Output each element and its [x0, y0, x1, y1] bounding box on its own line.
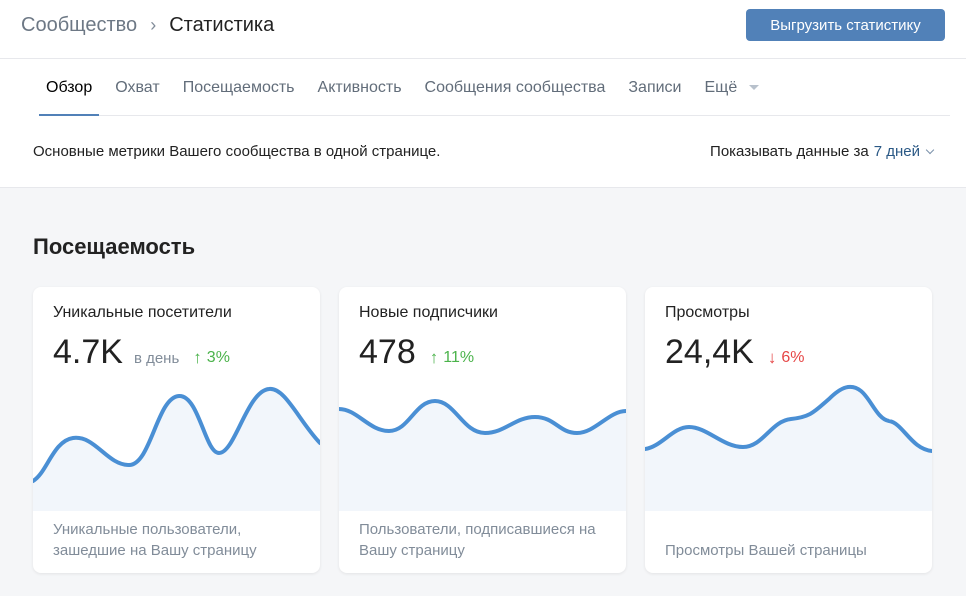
tab-posts[interactable]: Записи: [621, 64, 688, 115]
trend-sparkline: [339, 398, 626, 511]
delta-value: 11%: [443, 349, 475, 366]
header-divider: [0, 58, 966, 59]
sparkline-area: [339, 401, 626, 511]
tab-label: Охват: [115, 79, 160, 96]
delta-value: 6%: [781, 349, 805, 366]
tab-label: Обзор: [46, 79, 93, 96]
dropdown-caret-icon: [749, 85, 760, 91]
tab-overview[interactable]: Обзор: [39, 64, 100, 116]
tab-label: Посещаемость: [182, 79, 295, 96]
card-description: Просмотры Вашей страницы: [665, 542, 867, 559]
tab-more[interactable]: Ещё: [698, 64, 767, 115]
chevron-right-icon: ›: [150, 15, 157, 35]
tab-bar: Обзор Охват Посещаемость Активность Сооб…: [39, 64, 950, 116]
trend-sparkline: [645, 384, 932, 511]
tab-label: Записи: [628, 79, 682, 96]
export-stats-button[interactable]: Выгрузить статистику: [746, 9, 945, 41]
metric-card-views[interactable]: Просмотры 24,4K ↓ 6% Просмотры Вашей стра…: [645, 287, 932, 573]
tab-activity[interactable]: Активность: [311, 64, 409, 115]
tab-label: Сообщения сообщества: [424, 79, 606, 96]
sparkline-line: [339, 398, 626, 436]
period-value[interactable]: 7 дней: [874, 143, 920, 160]
tab-label: Ещё: [704, 79, 738, 96]
arrow-up-icon: ↑: [193, 348, 202, 367]
tab-attendance[interactable]: Посещаемость: [176, 64, 302, 115]
tab-community-messages[interactable]: Сообщения сообщества: [418, 64, 613, 115]
page-title: Статистика: [169, 14, 275, 36]
chevron-down-icon: [925, 145, 935, 154]
breadcrumb: Сообщество › Статистика: [21, 14, 274, 37]
delta-badge: ↑ 3%: [193, 348, 230, 368]
delta-badge: ↑ 11%: [430, 348, 474, 368]
metric-row: 24,4K ↓ 6%: [665, 333, 804, 372]
sparkline-area: [645, 386, 932, 511]
period-label: Показывать данные за: [710, 143, 869, 160]
card-description: Пользователи, подписавшиеся на Вашу стра…: [359, 521, 596, 559]
metric-unit: в день: [133, 350, 180, 367]
metric-value: 4.7K: [53, 333, 123, 371]
summary-text: Основные метрики Вашего сообщества в одн…: [33, 143, 441, 160]
card-title: Уникальные посетители: [53, 304, 232, 321]
card-description: Уникальные пользователи, зашедшие на Ваш…: [53, 521, 257, 559]
sparkline-area: [33, 388, 320, 511]
metric-value: 24,4K: [665, 333, 754, 371]
delta-badge: ↓ 6%: [768, 348, 805, 368]
metric-card-unique-visitors[interactable]: Уникальные посетители 4.7K в день ↑ 3% Ун…: [33, 287, 320, 573]
metric-row: 478 ↑ 11%: [359, 333, 474, 372]
arrow-down-icon: ↓: [767, 348, 777, 367]
period-selector[interactable]: Показывать данные за 7 дней: [710, 143, 935, 160]
section-title: Посещаемость: [33, 234, 196, 259]
arrow-up-icon: ↑: [429, 348, 439, 367]
card-title: Просмотры: [665, 304, 750, 321]
top-panel: Сообщество › Статистика Выгрузить статис…: [0, 0, 966, 188]
card-title: Новые подписчики: [359, 304, 498, 321]
trend-sparkline: [33, 387, 320, 511]
delta-value: 3%: [206, 349, 230, 366]
tab-reach[interactable]: Охват: [108, 64, 166, 115]
metric-row: 4.7K в день ↑ 3%: [53, 333, 230, 372]
metric-card-new-subscribers[interactable]: Новые подписчики 478 ↑ 11% Пользователи, …: [339, 287, 626, 573]
tab-label: Активность: [317, 79, 402, 96]
breadcrumb-community-link[interactable]: Сообщество: [21, 14, 137, 37]
metric-value: 478: [359, 333, 416, 371]
